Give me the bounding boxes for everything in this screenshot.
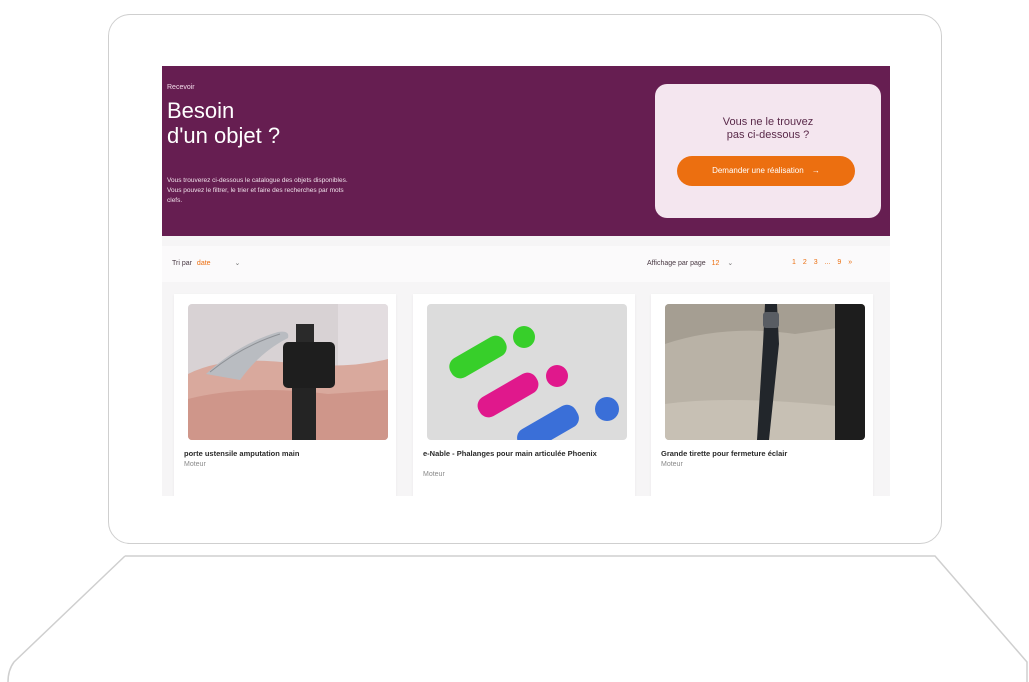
page-link[interactable]: 9 <box>837 259 841 266</box>
per-page-value: 12 <box>711 260 720 267</box>
pagination: 1 2 3 ... 9 » <box>792 259 857 266</box>
product-category: Moteur <box>661 461 683 468</box>
hero-eyebrow: Recevoir <box>167 84 195 91</box>
per-page-selector[interactable]: Affichage par page 12 ⌄ <box>647 259 733 267</box>
request-card-line: Vous ne le trouvez <box>722 116 814 128</box>
wrist-utensil-holder-image <box>188 304 388 440</box>
product-title[interactable]: porte ustensile amputation main <box>184 449 384 458</box>
product-image[interactable] <box>188 304 388 440</box>
hero-description: Vous trouverez ci-dessous le catalogue d… <box>167 176 467 206</box>
page-link[interactable]: 2 <box>803 259 807 266</box>
product-category: Moteur <box>423 471 445 478</box>
hero-title-line: Besoin <box>167 98 235 123</box>
sort-dropdown[interactable]: Tri par date ⌄ <box>172 259 240 267</box>
chevron-down-icon: ⌄ <box>727 260 734 267</box>
product-image[interactable] <box>427 304 627 440</box>
chevron-down-icon: ⌄ <box>234 260 241 267</box>
product-title[interactable]: Grande tirette pour fermeture éclair <box>661 449 861 458</box>
product-card[interactable]: porte ustensile amputation main Moteur <box>174 294 396 496</box>
hero-banner: Recevoir Besoin d'un objet ? Vous trouve… <box>162 66 890 236</box>
hero-title-line: d'un objet ? <box>167 123 281 148</box>
catalog-toolbar: Tri par date ⌄ Affichage par page 12 ⌄ 1… <box>162 246 890 282</box>
page-link[interactable]: 1 <box>792 259 796 266</box>
request-creation-label: Demander une réalisation <box>712 166 804 175</box>
hero-description-line: clefs. <box>167 197 183 204</box>
request-card-line: pas ci-dessous ? <box>726 129 810 141</box>
product-title[interactable]: e-Nable - Phalanges pour main articulée … <box>423 449 623 458</box>
request-card-text: Vous ne le trouvez pas ci-dessous ? <box>655 116 881 142</box>
product-image[interactable] <box>665 304 865 440</box>
website-viewport: Recevoir Besoin d'un objet ? Vous trouve… <box>162 66 890 496</box>
laptop-base-outline <box>7 555 1028 682</box>
hero-title: Besoin d'un objet ? <box>167 98 280 148</box>
sort-value: date <box>196 260 211 267</box>
next-page-icon[interactable]: » <box>848 259 852 266</box>
per-page-label: Affichage par page <box>647 260 706 267</box>
hero-description-line: Vous trouverez ci-dessous le catalogue d… <box>167 177 348 184</box>
product-card[interactable]: Grande tirette pour fermeture éclair Mot… <box>651 294 873 496</box>
arrow-right-icon: → <box>811 166 820 175</box>
page-link[interactable]: 3 <box>814 259 818 266</box>
3d-phalanges-image <box>427 304 627 440</box>
zipper-pull-image <box>665 304 865 440</box>
product-category: Moteur <box>184 461 206 468</box>
hero-description-line: Vous pouvez le filtrer, le trier et fair… <box>167 187 344 194</box>
product-card[interactable]: e-Nable - Phalanges pour main articulée … <box>413 294 635 496</box>
request-card: Vous ne le trouvez pas ci-dessous ? Dema… <box>655 84 881 218</box>
sort-label: Tri par <box>172 260 192 267</box>
request-creation-button[interactable]: Demander une réalisation → <box>677 156 855 186</box>
page-ellipsis: ... <box>824 259 831 266</box>
